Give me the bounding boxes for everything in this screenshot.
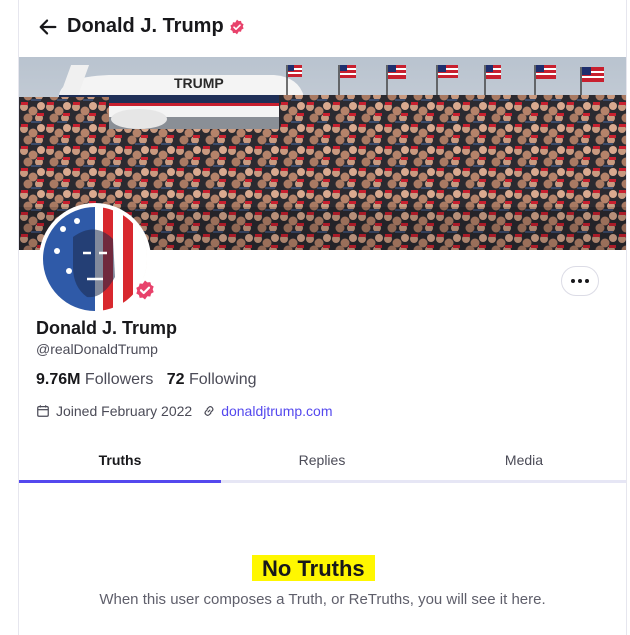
more-options-button[interactable] bbox=[561, 266, 599, 296]
arrow-left-icon[interactable] bbox=[37, 16, 59, 38]
profile-display-name: Donald J. Trump bbox=[36, 318, 178, 338]
plane-text: TRUMP bbox=[174, 75, 224, 91]
avatar[interactable] bbox=[43, 207, 147, 311]
following-link[interactable]: 72 Following bbox=[167, 371, 257, 388]
more-dots-icon bbox=[571, 279, 575, 283]
profile-meta: Joined February 2022 donaldjtrump.com bbox=[36, 403, 332, 419]
verified-badge-icon bbox=[133, 278, 157, 302]
followers-link[interactable]: 9.76M Followers bbox=[36, 371, 153, 388]
profile-page: Donald J. Trump TRUMP Donald J. Trump @r… bbox=[18, 0, 627, 635]
following-label: Following bbox=[188, 371, 257, 388]
profile-tabs: Truths Replies Media bbox=[19, 442, 626, 483]
more-dot bbox=[578, 279, 582, 283]
page-title: Donald J. Trump bbox=[67, 15, 224, 37]
followers-count: 9.76M bbox=[36, 371, 81, 388]
followers-label: Followers bbox=[84, 371, 154, 388]
tab-truths[interactable]: Truths bbox=[19, 442, 221, 483]
tab-media[interactable]: Media bbox=[423, 442, 625, 480]
top-bar: Donald J. Trump bbox=[19, 0, 626, 56]
empty-state-title: No Truths bbox=[252, 555, 375, 581]
joined-date: Joined February 2022 bbox=[56, 403, 193, 419]
empty-state-subtitle: When this user composes a Truth, or ReTr… bbox=[99, 591, 546, 608]
calendar-icon bbox=[37, 405, 49, 417]
link-icon bbox=[204, 406, 214, 416]
website-link[interactable]: donaldjtrump.com bbox=[221, 403, 332, 419]
verified-badge-icon bbox=[230, 19, 244, 35]
tab-replies[interactable]: Replies bbox=[221, 442, 423, 480]
following-count: 72 bbox=[166, 371, 185, 388]
more-dot bbox=[585, 279, 589, 283]
profile-handle: @realDonaldTrump bbox=[36, 341, 158, 357]
profile-stats: 9.76M Followers 72 Following bbox=[36, 371, 257, 389]
